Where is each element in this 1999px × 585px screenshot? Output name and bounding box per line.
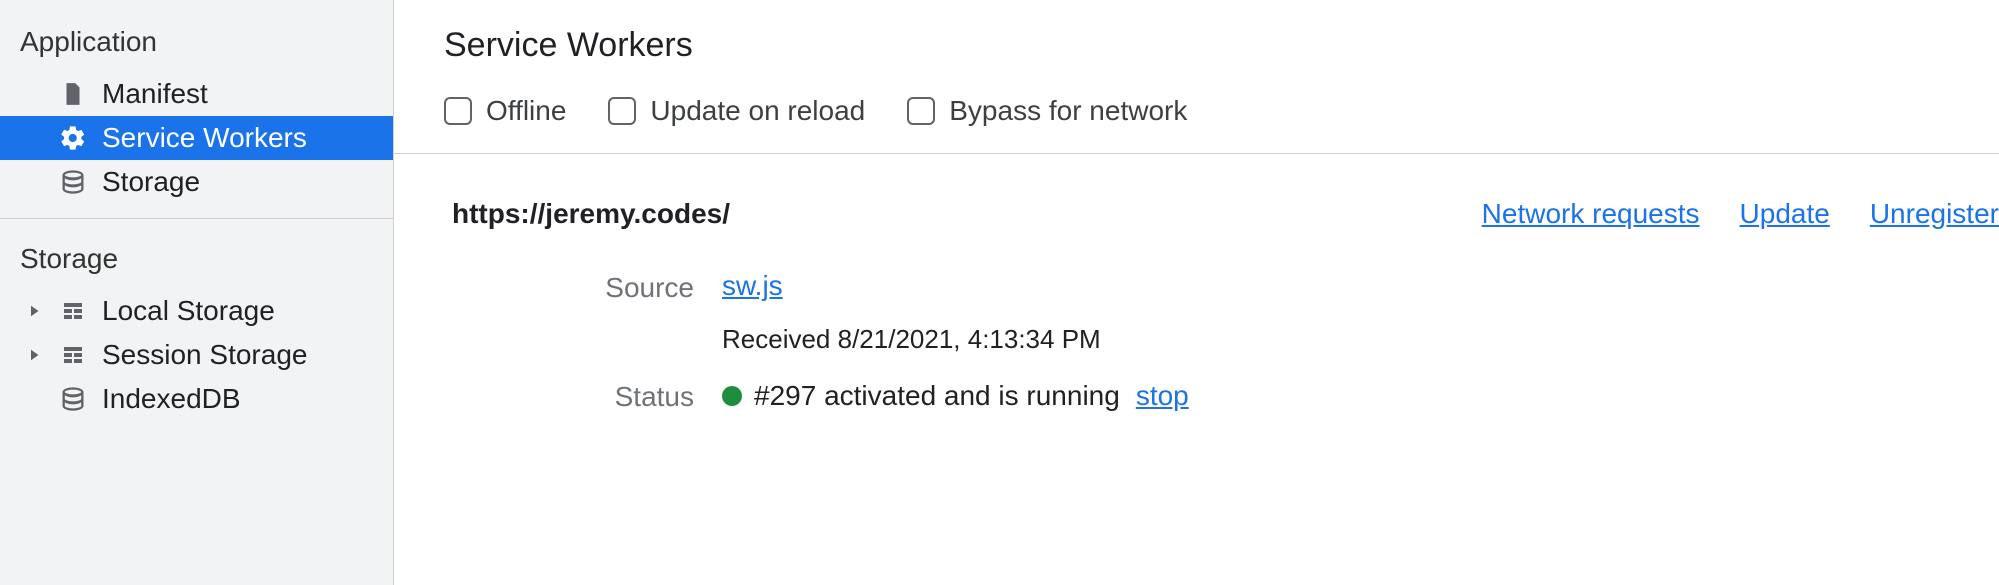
gear-icon (58, 123, 88, 153)
checkbox-box[interactable] (608, 97, 636, 125)
sidebar-item-label: Local Storage (102, 295, 275, 327)
status-value: #297 activated and is running stop (722, 379, 1999, 413)
checkbox-label: Update on reload (650, 95, 865, 127)
sidebar-item-label: Service Workers (102, 122, 307, 154)
origin-links: Network requests Update Unregister (1482, 198, 1999, 230)
link-source-file[interactable]: sw.js (722, 270, 783, 302)
checkbox-offline[interactable]: Offline (444, 95, 566, 127)
origin-url: https://jeremy.codes/ (452, 198, 730, 230)
document-icon (58, 79, 88, 109)
sidebar-divider (0, 218, 393, 219)
database-icon (58, 384, 88, 414)
checkbox-bypass-for-network[interactable]: Bypass for network (907, 95, 1187, 127)
sidebar-item-label: IndexedDB (102, 383, 241, 415)
sidebar-section-storage: Storage (0, 237, 393, 289)
link-stop[interactable]: stop (1136, 380, 1189, 412)
checkbox-label: Offline (486, 95, 566, 127)
checkbox-box[interactable] (907, 97, 935, 125)
link-unregister[interactable]: Unregister (1870, 198, 1999, 230)
chevron-right-icon[interactable] (24, 346, 44, 364)
table-icon (58, 296, 88, 326)
sidebar-item-label: Storage (102, 166, 200, 198)
received-timestamp: Received 8/21/2021, 4:13:34 PM (722, 324, 1999, 355)
source-block: sw.js Received 8/21/2021, 4:13:34 PM (722, 270, 1999, 355)
table-icon (58, 340, 88, 370)
sidebar-item-local-storage[interactable]: Local Storage (0, 289, 393, 333)
sidebar-item-session-storage[interactable]: Session Storage (0, 333, 393, 377)
page-title: Service Workers (444, 26, 1999, 65)
label-source: Source (444, 270, 694, 355)
sidebar-item-indexeddb[interactable]: IndexedDB (0, 377, 393, 421)
main-panel: Service Workers Offline Update on reload… (394, 0, 1999, 585)
sidebar-item-storage[interactable]: Storage (0, 160, 393, 204)
sidebar-item-manifest[interactable]: Manifest (0, 72, 393, 116)
checkbox-box[interactable] (444, 97, 472, 125)
status-dot-icon (722, 386, 742, 406)
checkbox-update-on-reload[interactable]: Update on reload (608, 95, 865, 127)
chevron-right-icon[interactable] (24, 302, 44, 320)
origin-row: https://jeremy.codes/ Network requests U… (444, 154, 1999, 256)
detail-grid: Source sw.js Received 8/21/2021, 4:13:34… (444, 256, 1999, 413)
checkbox-label: Bypass for network (949, 95, 1187, 127)
database-icon (58, 167, 88, 197)
sidebar-section-application: Application (0, 20, 393, 72)
status-text: #297 activated and is running (754, 380, 1120, 412)
options-row: Offline Update on reload Bypass for netw… (394, 95, 1999, 154)
sidebar-item-label: Session Storage (102, 339, 307, 371)
sidebar: Application Manifest Service Workers Sto… (0, 0, 394, 585)
sidebar-item-label: Manifest (102, 78, 208, 110)
link-update[interactable]: Update (1740, 198, 1830, 230)
label-status: Status (444, 379, 694, 413)
sidebar-item-service-workers[interactable]: Service Workers (0, 116, 393, 160)
link-network-requests[interactable]: Network requests (1482, 198, 1700, 230)
